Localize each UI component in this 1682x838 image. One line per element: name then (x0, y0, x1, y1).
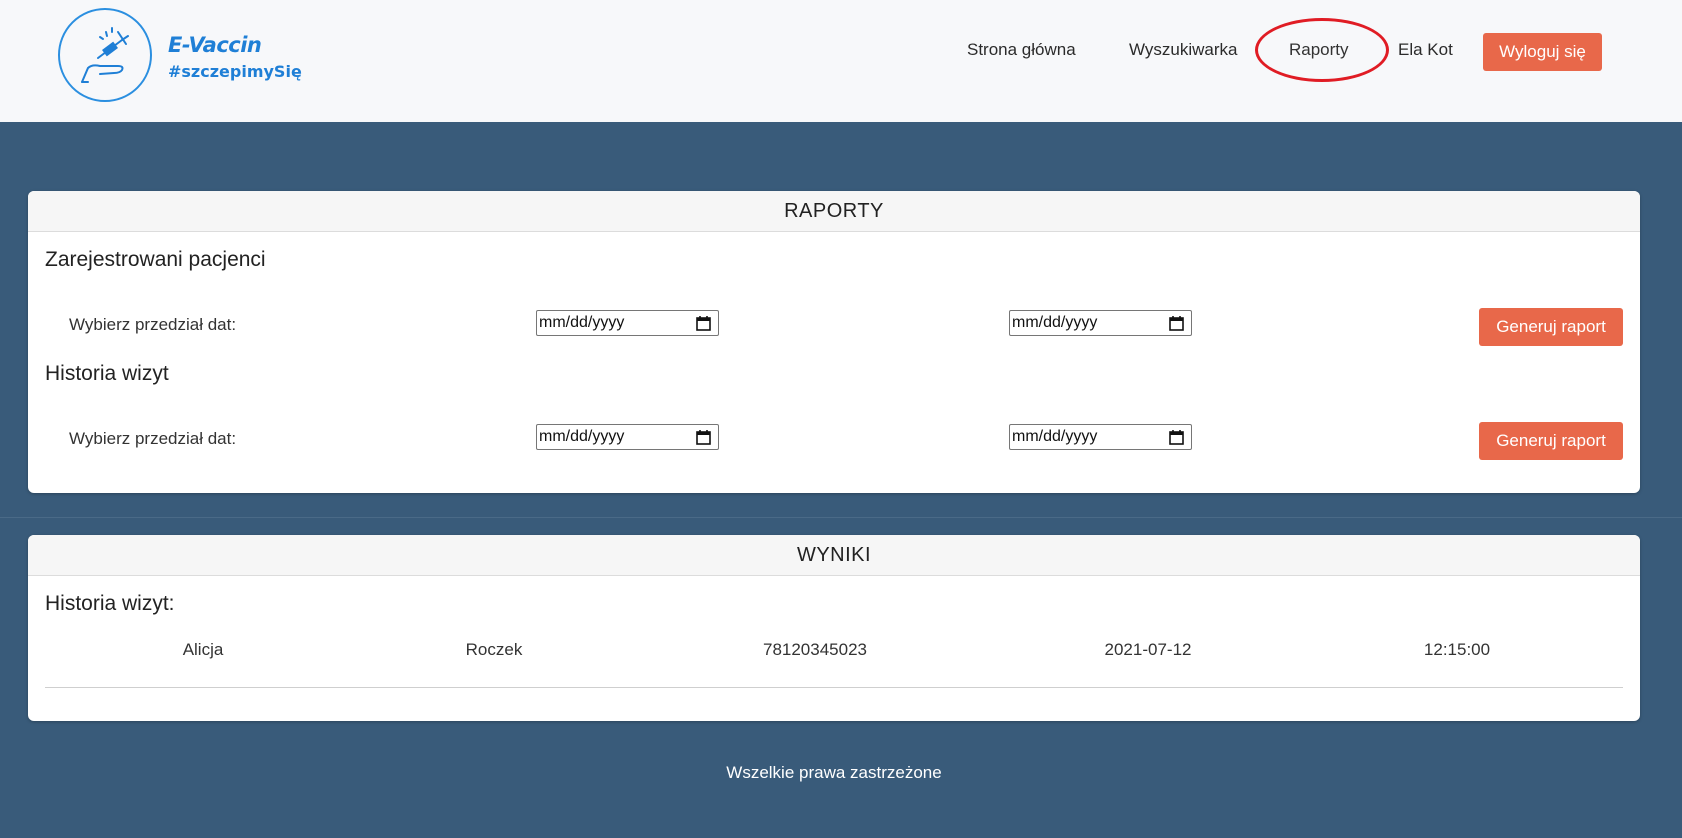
calendar-icon[interactable] (696, 429, 711, 445)
logo-emblem-icon (58, 8, 152, 102)
registered-patients-title: Zarejestrowani pacjenci (45, 248, 266, 271)
registered-from-date-input[interactable]: mm/dd/yyyy (536, 310, 719, 336)
calendar-icon[interactable] (1169, 429, 1184, 445)
results-card-header: WYNIKI (28, 535, 1640, 576)
nav-reports-link[interactable]: Raporty (1289, 40, 1349, 60)
logout-button[interactable]: Wyloguj się (1483, 33, 1602, 71)
result-last-name: Roczek (465, 640, 523, 659)
date-placeholder: mm/dd/yyyy (539, 428, 625, 445)
result-time: 12:15:00 (1423, 640, 1491, 659)
calendar-icon[interactable] (1169, 315, 1184, 331)
nav-home-link[interactable]: Strona główna (967, 40, 1076, 60)
brand-logo[interactable]: E-Vaccin #szczepimySię (56, 7, 302, 107)
top-navbar: E-Vaccin #szczepimySię Strona główna Wys… (0, 0, 1682, 122)
registered-to-date-input[interactable]: mm/dd/yyyy (1009, 310, 1192, 336)
result-first-name: Alicja (182, 640, 224, 659)
results-title: Historia wizyt: (45, 592, 175, 615)
results-row-divider (45, 687, 1623, 688)
date-placeholder: mm/dd/yyyy (539, 314, 625, 331)
nav-user-name[interactable]: Ela Kot (1398, 40, 1453, 60)
visits-to-date-input[interactable]: mm/dd/yyyy (1009, 424, 1192, 450)
calendar-icon[interactable] (696, 315, 711, 331)
reports-card-header: RAPORTY (28, 191, 1640, 232)
generate-registered-report-button[interactable]: Generuj raport (1479, 308, 1623, 346)
footer-copyright: Wszelkie prawa zastrzeżone (726, 763, 942, 782)
date-placeholder: mm/dd/yyyy (1012, 314, 1098, 331)
visits-from-date-input[interactable]: mm/dd/yyyy (536, 424, 719, 450)
brand-name: E-Vaccin (168, 33, 262, 57)
result-date: 2021-07-12 (1104, 640, 1192, 659)
result-pesel: 78120345023 (762, 640, 868, 659)
visit-history-title: Historia wizyt (45, 362, 169, 385)
nav-search-link[interactable]: Wyszukiwarka (1129, 40, 1237, 60)
date-range-label: Wybierz przedział dat: (69, 429, 237, 448)
results-card: WYNIKI Historia wizyt: Alicja Roczek 781… (28, 535, 1640, 721)
section-divider (0, 517, 1682, 518)
reports-card: RAPORTY Zarejestrowani pacjenci Wybierz … (28, 191, 1640, 493)
date-range-label: Wybierz przedział dat: (69, 315, 237, 334)
brand-tagline: #szczepimySię (168, 62, 302, 81)
generate-visits-report-button[interactable]: Generuj raport (1479, 422, 1623, 460)
date-placeholder: mm/dd/yyyy (1012, 428, 1098, 445)
